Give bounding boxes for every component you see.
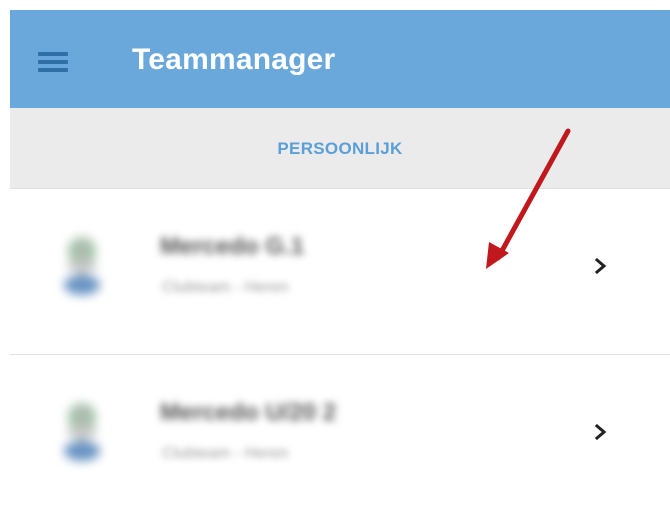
chevron-right-icon[interactable] xyxy=(590,253,612,279)
chevron-right-icon[interactable] xyxy=(590,419,612,445)
app-title: Teammanager xyxy=(132,43,336,76)
app-screen: Teammanager PERSOONLIJK Mercedo G.1 Club… xyxy=(10,10,670,520)
tab-bar: PERSOONLIJK xyxy=(10,108,670,189)
team-meta: Clubteam - Heren xyxy=(162,445,289,462)
tab-persoonlijk[interactable]: PERSOONLIJK xyxy=(10,139,670,159)
team-row[interactable]: Mercedo G.1 Clubteam - Heren xyxy=(10,189,670,354)
team-list: Mercedo G.1 Clubteam - Heren Mercedo U/2… xyxy=(10,189,670,520)
team-name: Mercedo U/20 2 xyxy=(160,399,337,426)
team-logo-icon xyxy=(64,237,100,295)
team-logo-icon xyxy=(64,403,100,461)
hamburger-menu-icon[interactable] xyxy=(38,52,68,72)
team-name: Mercedo G.1 xyxy=(160,233,305,260)
team-meta: Clubteam - Heren xyxy=(162,279,289,296)
team-row[interactable]: Mercedo U/20 2 Clubteam - Heren xyxy=(10,354,670,520)
app-bar: Teammanager xyxy=(10,10,670,108)
